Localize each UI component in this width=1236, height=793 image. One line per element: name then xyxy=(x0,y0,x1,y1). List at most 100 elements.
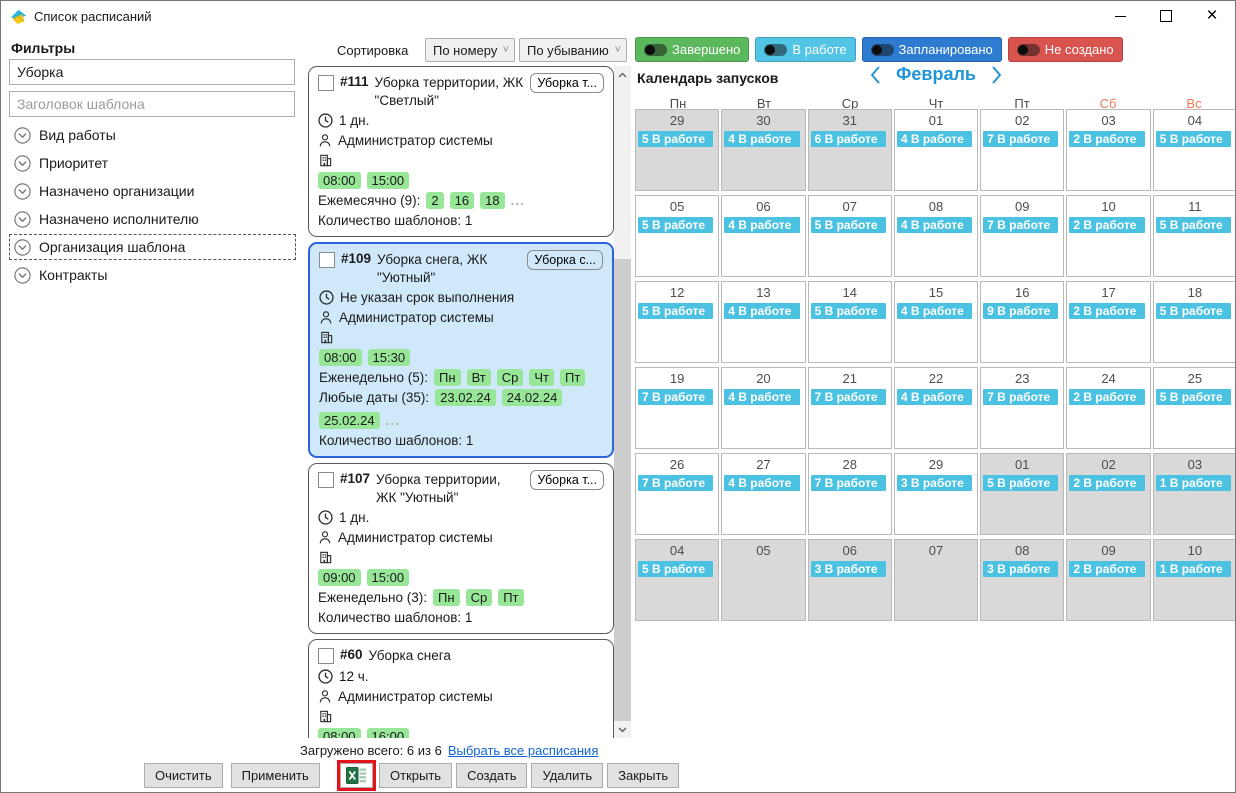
calendar-day-cell[interactable]: 014 В работе xyxy=(894,109,978,191)
calendar-day-cell[interactable]: 293 В работе xyxy=(894,453,978,535)
scroll-up-arrow-icon[interactable] xyxy=(614,66,631,83)
calendar-day-cell[interactable]: 115 В работе xyxy=(1153,195,1236,277)
calendar-day-cell[interactable]: 101 В работе xyxy=(1153,539,1236,621)
calendar-day-cell[interactable]: 045 В работе xyxy=(1153,109,1236,191)
excel-export-button[interactable] xyxy=(340,763,373,788)
next-month-button[interactable] xyxy=(992,66,1002,84)
calendar-day-cell[interactable]: 045 В работе xyxy=(635,539,719,621)
calendar-day-cell[interactable]: 07 xyxy=(894,539,978,621)
filter-group-2[interactable]: Приоритет xyxy=(9,150,296,176)
footer-button-открыть[interactable]: Открыть xyxy=(379,763,452,788)
filter-group-5[interactable]: Организация шаблона xyxy=(9,234,296,260)
search-input[interactable] xyxy=(9,59,295,85)
toggle-switch-icon xyxy=(764,44,787,56)
schedule-card[interactable]: #107Уборка территории, ЖК "Уютный"Уборка… xyxy=(308,463,614,634)
filter-group-6[interactable]: Контракты xyxy=(9,262,296,288)
day-number: 13 xyxy=(722,282,804,300)
calendar-day-cell[interactable]: 169 В работе xyxy=(980,281,1064,363)
calendar-day-cell[interactable]: 084 В работе xyxy=(894,195,978,277)
calendar-day-cell[interactable]: 027 В работе xyxy=(980,109,1064,191)
footer-button-очистить[interactable]: Очистить xyxy=(144,763,223,788)
status-toggle-4[interactable]: Не создано xyxy=(1008,37,1123,62)
calendar-day-cell[interactable]: 224 В работе xyxy=(894,367,978,449)
calendar-day-cell[interactable]: 134 В работе xyxy=(721,281,805,363)
calendar-day-cell[interactable]: 125 В работе xyxy=(635,281,719,363)
excel-export-icon xyxy=(346,767,367,784)
calendar-day-cell[interactable]: 267 В работе xyxy=(635,453,719,535)
schedule-badge: 09:00 xyxy=(318,569,361,586)
calendar-day-cell[interactable]: 154 В работе xyxy=(894,281,978,363)
calendar-day-cell[interactable]: 145 В работе xyxy=(808,281,892,363)
footer-button-закрыть[interactable]: Закрыть xyxy=(607,763,679,788)
template-title-input[interactable] xyxy=(9,91,295,117)
work-type-tag-button[interactable]: Уборка т... xyxy=(530,73,604,93)
calendar-day-cell[interactable]: 217 В работе xyxy=(808,367,892,449)
calendar-day-cell[interactable]: 172 В работе xyxy=(1066,281,1150,363)
calendar-day-cell[interactable]: 031 В работе xyxy=(1153,453,1236,535)
calendar-day-cell[interactable]: 015 В работе xyxy=(980,453,1064,535)
schedule-badge: Ср xyxy=(466,589,493,606)
calendar-day-cell[interactable]: 05 xyxy=(721,539,805,621)
card-text: Администратор системы xyxy=(339,310,494,325)
user-icon xyxy=(318,530,332,545)
day-number: 30 xyxy=(722,110,804,128)
filter-group-label: Вид работы xyxy=(39,127,116,143)
calendar-day-cell[interactable]: 295 В работе xyxy=(635,109,719,191)
calendar-day-cell[interactable]: 304 В работе xyxy=(721,109,805,191)
card-checkbox[interactable] xyxy=(318,648,334,664)
status-toggle-2[interactable]: В работе xyxy=(755,37,855,62)
work-type-tag-button[interactable]: Уборка с... xyxy=(527,250,603,270)
calendar-day-cell[interactable]: 032 В работе xyxy=(1066,109,1150,191)
close-button[interactable]: × xyxy=(1189,1,1235,31)
calendar-day-cell[interactable]: 083 В работе xyxy=(980,539,1064,621)
sort-direction-dropdown[interactable]: По убыванию ˅ xyxy=(519,38,627,62)
schedule-card[interactable]: #60Уборка снега12 ч.Администратор систем… xyxy=(308,639,614,738)
schedule-badge: 08:00 xyxy=(319,349,362,366)
schedule-card[interactable]: #111Уборка территории, ЖК "Светлый"Уборк… xyxy=(308,66,614,237)
card-checkbox[interactable] xyxy=(318,75,334,91)
filter-group-3[interactable]: Назначено организации xyxy=(9,178,296,204)
minimize-button[interactable] xyxy=(1097,1,1143,31)
calendar-day-cell[interactable]: 064 В работе xyxy=(721,195,805,277)
select-all-schedules-link[interactable]: Выбрать все расписания xyxy=(448,743,599,758)
calendar-day-cell[interactable]: 092 В работе xyxy=(1066,539,1150,621)
calendar-day-cell[interactable]: 097 В работе xyxy=(980,195,1064,277)
status-toggle-1[interactable]: Завершено xyxy=(635,37,749,62)
scroll-down-arrow-icon[interactable] xyxy=(614,721,631,738)
day-number: 01 xyxy=(895,110,977,128)
calendar-day-cell[interactable]: 316 В работе xyxy=(808,109,892,191)
calendar-day-cell[interactable]: 055 В работе xyxy=(635,195,719,277)
calendar-day-cell[interactable]: 185 В работе xyxy=(1153,281,1236,363)
card-checkbox[interactable] xyxy=(319,252,335,268)
footer-button-удалить[interactable]: Удалить xyxy=(531,763,603,788)
calendar-day-cell[interactable]: 102 В работе xyxy=(1066,195,1150,277)
card-checkbox[interactable] xyxy=(318,472,334,488)
filter-group-4[interactable]: Назначено исполнителю xyxy=(9,206,296,232)
calendar-day-cell[interactable]: 022 В работе xyxy=(1066,453,1150,535)
calendar-day-cell[interactable]: 274 В работе xyxy=(721,453,805,535)
work-type-tag-button[interactable]: Уборка т... xyxy=(530,470,604,490)
day-number: 04 xyxy=(1154,110,1236,128)
schedule-card[interactable]: #109Уборка снега, ЖК "Уютный"Уборка с...… xyxy=(308,242,614,458)
in-progress-count-badge: 5 В работе xyxy=(638,303,713,319)
calendar-day-cell[interactable]: 237 В работе xyxy=(980,367,1064,449)
calendar-day-cell[interactable]: 063 В работе xyxy=(808,539,892,621)
footer-button-применить[interactable]: Применить xyxy=(231,763,320,788)
status-toggle-3[interactable]: Запланировано xyxy=(862,37,1002,62)
calendar-day-cell[interactable]: 242 В работе xyxy=(1066,367,1150,449)
list-scrollbar[interactable] xyxy=(614,66,631,738)
toggle-switch-icon xyxy=(1017,44,1040,56)
maximize-button[interactable] xyxy=(1143,1,1189,31)
filter-group-1[interactable]: Вид работы xyxy=(9,122,296,148)
sort-field-dropdown[interactable]: По номеру ˅ xyxy=(425,38,515,62)
day-number: 24 xyxy=(1067,368,1149,386)
calendar-day-cell[interactable]: 204 В работе xyxy=(721,367,805,449)
prev-month-button[interactable] xyxy=(870,66,880,84)
scrollbar-thumb[interactable] xyxy=(614,259,631,721)
schedule-badge: Чт xyxy=(529,369,554,386)
calendar-day-cell[interactable]: 075 В работе xyxy=(808,195,892,277)
calendar-day-cell[interactable]: 197 В работе xyxy=(635,367,719,449)
footer-button-создать[interactable]: Создать xyxy=(456,763,527,788)
calendar-day-cell[interactable]: 255 В работе xyxy=(1153,367,1236,449)
calendar-day-cell[interactable]: 287 В работе xyxy=(808,453,892,535)
